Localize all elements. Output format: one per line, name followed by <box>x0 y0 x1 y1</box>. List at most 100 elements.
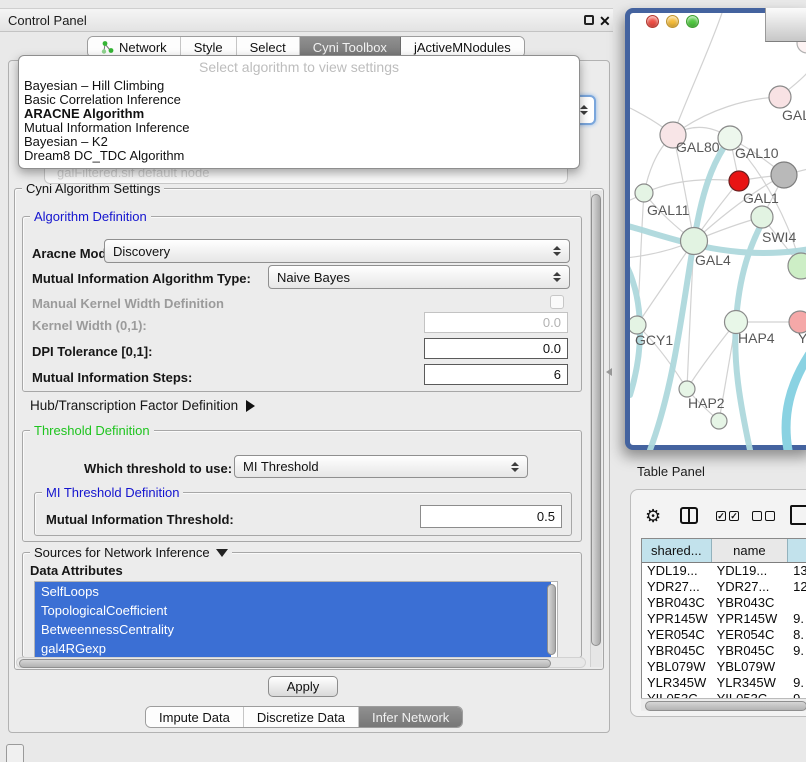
table-header-row: shared... name <box>642 539 806 563</box>
manual-kernel-checkbox[interactable] <box>550 295 564 309</box>
attributes-vscrollbar-thumb[interactable] <box>547 584 556 655</box>
list-item[interactable]: BetweennessCentrality <box>35 620 551 639</box>
stepper-arrows-icon <box>511 462 519 472</box>
table-row[interactable]: YPR145WYPR145W9. <box>642 611 806 627</box>
network-icon <box>101 40 114 54</box>
splitter-collapse-icon[interactable] <box>606 368 612 376</box>
mi-type-label: Mutual Information Algorithm Type: <box>32 271 251 286</box>
kernel-width-input[interactable]: 0.0 <box>424 312 568 333</box>
stepper-arrows-icon <box>580 105 588 115</box>
table-row[interactable]: YDL19...YDL19...13 <box>642 563 806 579</box>
data-attributes-list: SelfLoops TopologicalCoefficient Between… <box>34 581 558 658</box>
hub-section-label: Hub/Transcription Factor Definition <box>30 398 238 413</box>
tab-cyni-toolbox[interactable]: Cyni Toolbox <box>300 37 401 57</box>
manual-kernel-label: Manual Kernel Width Definition <box>32 296 224 311</box>
node-red[interactable] <box>729 171 749 191</box>
close-icon[interactable]: ✕ <box>599 14 611 28</box>
node-label: GAL10 <box>735 145 779 161</box>
node-label: GAL11 <box>647 202 690 218</box>
mini-button[interactable] <box>6 744 24 762</box>
deselect-all-columns-icon[interactable] <box>752 511 775 521</box>
tab-discretize-data[interactable]: Discretize Data <box>244 707 359 727</box>
gear-icon[interactable]: ⚙ <box>645 507 661 525</box>
list-item[interactable]: gal4RGexp <box>35 639 551 658</box>
data-attributes-label: Data Attributes <box>30 563 123 578</box>
dpi-tolerance-label: DPI Tolerance [0,1]: <box>32 344 152 359</box>
mi-steps-input[interactable]: 6 <box>424 364 568 385</box>
hub-section-toggle[interactable]: Hub/Transcription Factor Definition <box>30 398 255 413</box>
tab-select[interactable]: Select <box>237 37 300 57</box>
mi-type-select[interactable]: Naive Bayes <box>268 265 570 289</box>
node-gal1[interactable] <box>751 206 773 228</box>
table-row[interactable]: YBL079WYBL079W <box>642 659 806 675</box>
float-window-icon[interactable] <box>584 15 594 25</box>
table-panel-title: Table Panel <box>637 464 705 479</box>
node-gray[interactable] <box>771 162 797 188</box>
cyni-bottom-tabbar: Impute Data Discretize Data Infer Networ… <box>145 706 463 728</box>
list-item[interactable]: TopologicalCoefficient <box>35 601 551 620</box>
list-item[interactable]: SelfLoops <box>35 582 551 601</box>
popup-item-selected[interactable]: ARACNE Algorithm <box>19 107 579 121</box>
node-gal11[interactable] <box>635 184 653 202</box>
network-edge-cyan[interactable] <box>786 355 806 450</box>
new-table-icon[interactable] <box>790 505 806 525</box>
table-hscrollbar-track[interactable] <box>641 698 806 711</box>
node-label: GAL4 <box>695 252 731 268</box>
column-header-name[interactable]: name <box>712 539 789 562</box>
node-label: GAL80 <box>676 139 720 155</box>
algorithm-dropdown-popup: Select algorithm to view settings Bayesi… <box>18 55 580 169</box>
node-bottom[interactable] <box>711 413 727 429</box>
network-canvas[interactable]: GAL80 GAL10 GAL11 GAL1 SWI4 GAL4 GCY1 HA… <box>630 13 806 450</box>
node-right-green[interactable] <box>788 253 806 279</box>
popup-item[interactable]: Bayesian – K2 <box>19 135 579 149</box>
column-header-cut[interactable] <box>788 539 806 562</box>
table-row[interactable]: YER054CYER054C8. <box>642 627 806 643</box>
mi-threshold-input[interactable]: 0.5 <box>420 505 562 528</box>
sources-group-header[interactable]: Sources for Network Inference <box>30 545 232 560</box>
popup-item[interactable]: Dream8 DC_TDC Algorithm <box>19 149 579 163</box>
column-header-shared[interactable]: shared... <box>642 539 712 562</box>
settings-hscrollbar-thumb[interactable] <box>19 659 551 668</box>
table-row[interactable]: YBR043CYBR043C <box>642 595 806 611</box>
background-window-titlebar <box>765 8 806 42</box>
node-label: SWI4 <box>762 229 796 245</box>
tab-infer-network[interactable]: Infer Network <box>359 707 462 727</box>
table-row[interactable]: YDR27...YDR27...12 <box>642 579 806 595</box>
kernel-width-label: Kernel Width (0,1): <box>32 318 147 333</box>
node-label: GAL1 <box>743 190 779 206</box>
node-label: HAP4 <box>738 330 775 346</box>
tab-style[interactable]: Style <box>181 37 237 57</box>
settings-vscrollbar-thumb[interactable] <box>591 194 601 646</box>
expand-right-icon <box>246 400 255 412</box>
table-row[interactable]: YBR045CYBR045C9. <box>642 643 806 659</box>
table-hscrollbar-thumb[interactable] <box>645 701 806 711</box>
select-all-columns-icon[interactable]: ✓ ✓ <box>716 511 739 521</box>
mi-threshold-group-title: MI Threshold Definition <box>42 485 183 500</box>
popup-item[interactable]: Basic Correlation Inference <box>19 93 579 107</box>
sources-group-title: Sources for Network Inference <box>34 545 210 560</box>
popup-item[interactable]: Bayesian – Hill Climbing <box>19 79 579 93</box>
dpi-tolerance-input[interactable]: 0.0 <box>424 338 568 359</box>
which-threshold-label: Which threshold to use: <box>84 461 232 476</box>
aracne-mode-select[interactable]: Discovery <box>104 239 570 263</box>
node-gal4[interactable] <box>681 228 708 255</box>
tab-impute-data[interactable]: Impute Data <box>146 707 244 727</box>
algorithm-definition-title: Algorithm Definition <box>30 209 151 224</box>
split-columns-icon[interactable] <box>680 507 698 524</box>
control-panel-title: Control Panel <box>8 13 87 28</box>
settings-hscrollbar-track[interactable] <box>16 657 586 668</box>
collapse-down-icon <box>216 549 228 557</box>
screenshot-root: Control Panel ✕ Network Style Select Cyn… <box>0 0 806 762</box>
node-label: GAL <box>782 107 806 123</box>
node-gal-top[interactable] <box>769 86 791 108</box>
tab-network[interactable]: Network <box>88 37 181 57</box>
popup-item[interactable]: Mutual Information Inference <box>19 121 579 135</box>
which-threshold-select[interactable]: MI Threshold <box>234 455 528 478</box>
apply-button[interactable]: Apply <box>268 676 338 697</box>
node-label: GCY1 <box>635 332 673 348</box>
table-row[interactable]: YLR345WYLR345W9. <box>642 675 806 691</box>
threshold-definition-title: Threshold Definition <box>30 423 154 438</box>
control-panel-titlebar: Control Panel <box>0 8 613 32</box>
tab-jactivemnodules[interactable]: jActiveMNodules <box>401 37 524 57</box>
node-label: HAP2 <box>688 395 725 411</box>
